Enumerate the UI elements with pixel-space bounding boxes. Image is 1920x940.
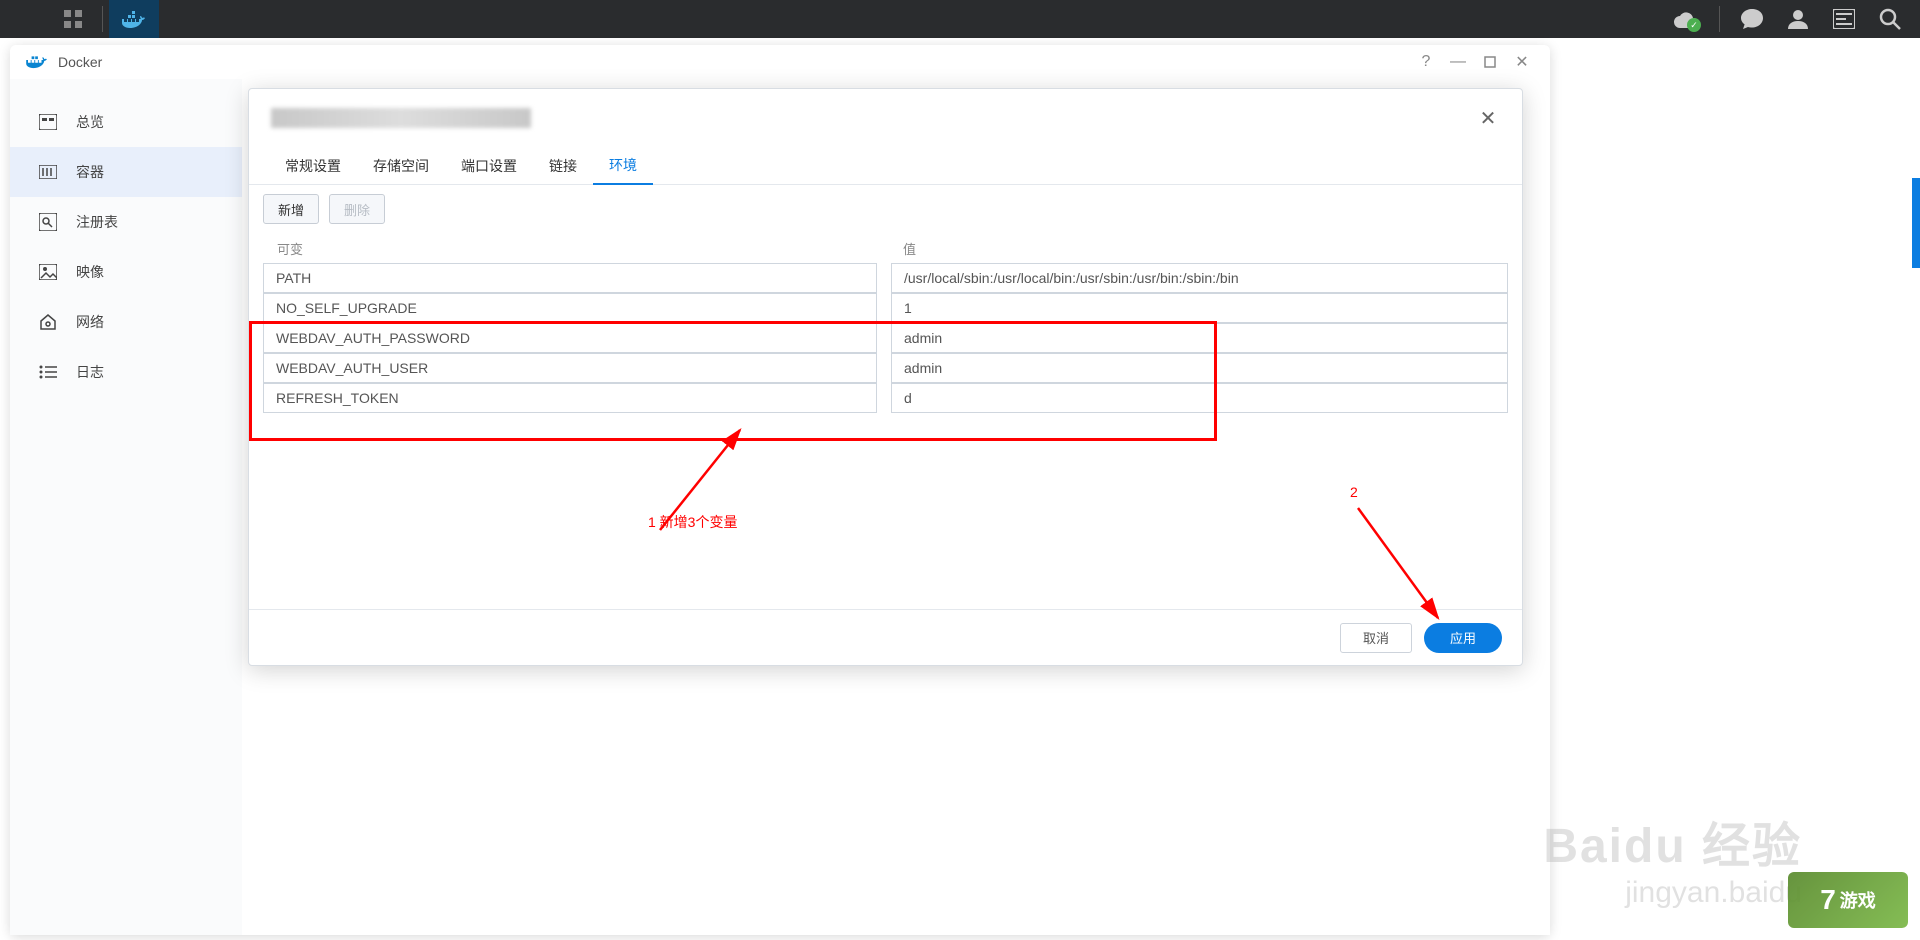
close-icon[interactable]: ✕ <box>1510 50 1534 74</box>
user-icon[interactable] <box>1778 0 1818 38</box>
watermark: Baidu 经验 jingyan.baidu <box>1543 806 1802 910</box>
tab-volumes[interactable]: 存储空间 <box>357 147 445 185</box>
taskbar-docker-tab[interactable] <box>109 0 159 38</box>
env-var-input[interactable] <box>263 323 877 353</box>
system-taskbar: ✓ <box>0 0 1920 38</box>
sidebar-label: 注册表 <box>76 212 118 232</box>
env-row <box>263 263 1508 293</box>
tab-general[interactable]: 常规设置 <box>269 147 357 185</box>
sidebar-item-containers[interactable]: 容器 <box>10 147 242 197</box>
taskbar-divider <box>102 6 103 32</box>
modal-close-icon[interactable]: ✕ <box>1476 106 1500 131</box>
env-rows <box>249 263 1522 413</box>
site-logo-7: 7 游戏 <box>1788 872 1908 928</box>
col-variable: 可变 <box>263 239 889 258</box>
minimize-icon[interactable]: — <box>1446 50 1470 74</box>
maximize-icon[interactable] <box>1478 50 1502 74</box>
watermark-line2: jingyan.baidu <box>1543 876 1802 910</box>
registry-icon <box>38 213 58 231</box>
modal-tabs: 常规设置 存储空间 端口设置 链接 环境 <box>249 147 1522 185</box>
env-row <box>263 293 1508 323</box>
window-title: Docker <box>58 54 1406 70</box>
sidebar-label: 日志 <box>76 362 104 382</box>
overview-icon <box>38 114 58 130</box>
env-var-input[interactable] <box>263 293 877 323</box>
taskbar-divider <box>1719 6 1720 32</box>
env-var-input[interactable] <box>263 383 877 413</box>
sidebar-item-overview[interactable]: 总览 <box>10 97 242 147</box>
env-row <box>263 353 1508 383</box>
cloud-status-icon[interactable]: ✓ <box>1667 0 1707 38</box>
env-var-input[interactable] <box>263 263 877 293</box>
sidebar-label: 总览 <box>76 112 104 132</box>
col-value: 值 <box>889 239 1508 258</box>
widgets-icon[interactable] <box>1824 0 1864 38</box>
apps-icon[interactable] <box>50 0 96 38</box>
search-icon[interactable] <box>1870 0 1910 38</box>
env-val-input[interactable] <box>891 323 1508 353</box>
taskbar-right-icons: ✓ <box>1667 0 1920 38</box>
sidebar-item-images[interactable]: 映像 <box>10 247 242 297</box>
delete-button[interactable]: 删除 <box>329 194 385 224</box>
env-val-input[interactable] <box>891 293 1508 323</box>
modal-title-blurred <box>271 108 531 128</box>
modal-header: ✕ <box>249 89 1522 147</box>
container-icon <box>38 165 58 179</box>
container-settings-modal: ✕ 常规设置 存储空间 端口设置 链接 环境 新增 删除 可变 值 <box>248 88 1523 666</box>
cancel-button[interactable]: 取消 <box>1340 623 1412 653</box>
right-accent-strip <box>1912 178 1920 268</box>
modal-toolbar: 新增 删除 <box>249 185 1522 233</box>
docker-logo-icon <box>26 51 48 74</box>
sidebar-item-logs[interactable]: 日志 <box>10 347 242 397</box>
image-icon <box>38 264 58 280</box>
env-val-input[interactable] <box>891 383 1508 413</box>
sidebar-item-network[interactable]: 网络 <box>10 297 242 347</box>
logo-text: 游戏 <box>1840 887 1876 913</box>
modal-footer: 取消 应用 <box>249 609 1522 665</box>
logs-icon <box>38 365 58 379</box>
add-button[interactable]: 新增 <box>263 194 319 224</box>
sidebar-label: 容器 <box>76 162 104 182</box>
sidebar-item-registry[interactable]: 注册表 <box>10 197 242 247</box>
env-val-input[interactable] <box>891 353 1508 383</box>
env-row <box>263 323 1508 353</box>
env-var-input[interactable] <box>263 353 877 383</box>
sidebar-label: 网络 <box>76 312 104 332</box>
sidebar-label: 映像 <box>76 262 104 282</box>
tab-environment[interactable]: 环境 <box>593 147 653 185</box>
env-val-input[interactable] <box>891 263 1508 293</box>
network-icon <box>38 313 58 331</box>
tab-ports[interactable]: 端口设置 <box>445 147 533 185</box>
env-row <box>263 383 1508 413</box>
help-icon[interactable]: ? <box>1414 50 1438 74</box>
sidebar: 总览 容器 注册表 映像 网络 日志 <box>10 79 242 935</box>
tab-links[interactable]: 链接 <box>533 147 593 185</box>
status-ok-badge: ✓ <box>1687 18 1701 32</box>
logo-number: 7 <box>1820 884 1836 916</box>
apply-button[interactable]: 应用 <box>1424 623 1502 653</box>
window-titlebar: Docker ? — ✕ <box>10 45 1550 79</box>
env-table-header: 可变 值 <box>249 233 1522 263</box>
chat-icon[interactable] <box>1732 0 1772 38</box>
watermark-line1: Baidu 经验 <box>1543 806 1802 876</box>
